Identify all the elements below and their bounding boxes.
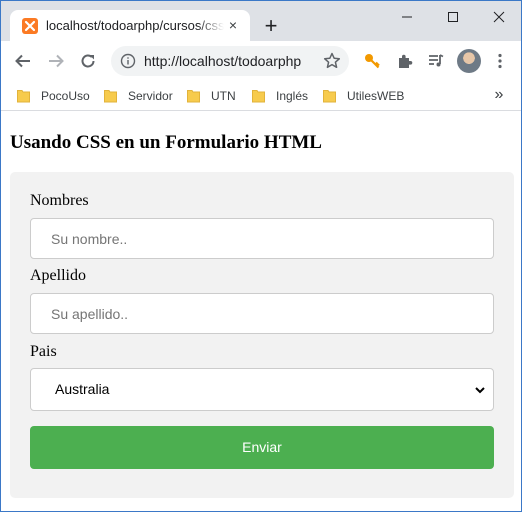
bookmark-star-icon[interactable] [322, 51, 342, 71]
profile-avatar[interactable] [457, 49, 481, 73]
browser-toolbar: http://localhost/todoarphp [1, 41, 521, 81]
nombres-field[interactable] [30, 218, 494, 259]
xampp-favicon-icon [22, 18, 38, 34]
folder-icon [187, 90, 200, 103]
bookmark-label: Inglés [276, 89, 309, 103]
bookmark-label: UtilesWEB [347, 89, 405, 103]
maximize-button[interactable] [430, 1, 476, 31]
enviar-button-label: Enviar [242, 439, 282, 455]
bookmarks-bar: PocoUso Servidor UTN Inglés UtilesWEB » [1, 81, 521, 111]
pais-label: Pais [30, 343, 57, 360]
bookmark-label: PocoUso [41, 89, 90, 103]
enviar-button[interactable]: Enviar [30, 426, 494, 469]
media-queue-icon[interactable] [424, 49, 448, 73]
forward-arrow-icon[interactable] [44, 49, 68, 73]
tab-strip: localhost/todoarphp/cursos/css/ × + [1, 1, 521, 41]
browser-window: localhost/todoarphp/cursos/css/ × + http… [0, 0, 522, 512]
nombres-label: Nombres [30, 192, 89, 209]
pais-select[interactable]: Australia [30, 368, 494, 411]
apellido-input[interactable] [31, 294, 493, 333]
tab-close-icon[interactable]: × [224, 16, 242, 34]
page-title: Usando CSS en un Formulario HTML [10, 132, 322, 153]
back-arrow-icon[interactable] [11, 49, 35, 73]
new-tab-button[interactable]: + [259, 15, 283, 39]
page-content: Usando CSS en un Formulario HTML Nombres… [1, 112, 521, 511]
reload-icon[interactable] [76, 49, 100, 73]
minimize-button[interactable] [384, 1, 430, 31]
folder-icon [252, 90, 265, 103]
tab-title: localhost/todoarphp/cursos/css/ [46, 18, 224, 33]
close-window-button[interactable] [476, 1, 521, 31]
menu-dots-icon[interactable] [488, 49, 512, 73]
extensions-puzzle-icon[interactable] [393, 49, 417, 73]
browser-tab[interactable]: localhost/todoarphp/cursos/css/ × [10, 10, 250, 41]
form-container: Nombres Apellido Pais Australia Enviar [10, 172, 514, 498]
bookmarks-overflow-button[interactable]: » [490, 86, 508, 106]
folder-icon [17, 90, 30, 103]
site-info-icon[interactable] [120, 53, 136, 69]
folder-icon [323, 90, 336, 103]
folder-icon [104, 90, 117, 103]
address-bar[interactable]: http://localhost/todoarphp [111, 46, 349, 76]
chevron-down-icon [475, 387, 485, 394]
pais-selected-value: Australia [55, 381, 110, 397]
apellido-label: Apellido [30, 267, 86, 284]
bookmark-label: Servidor [128, 89, 173, 103]
address-url[interactable]: http://localhost/todoarphp [144, 53, 314, 69]
bookmark-label: UTN [211, 89, 236, 103]
key-icon[interactable] [360, 49, 384, 73]
apellido-field[interactable] [30, 293, 494, 334]
nombres-input[interactable] [31, 219, 493, 258]
